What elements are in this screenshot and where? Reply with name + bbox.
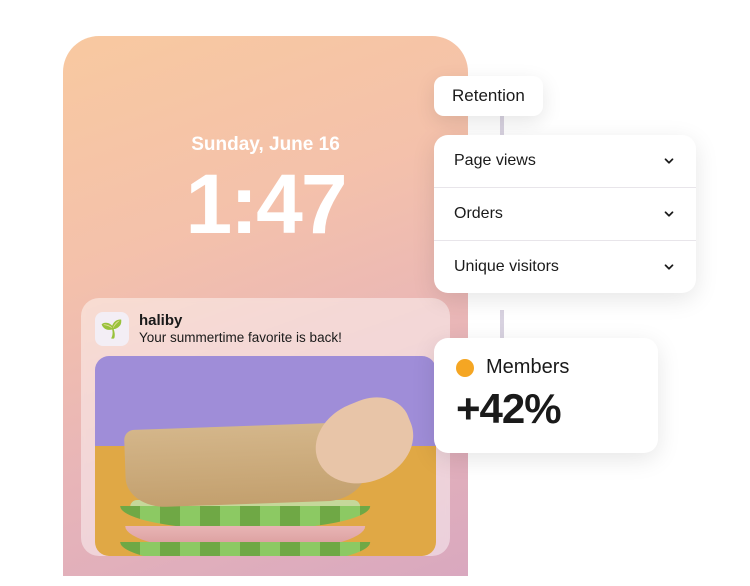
metrics-card: Page views Orders Unique visitors (434, 135, 696, 293)
notification-message: Your summertime favorite is back! (139, 330, 436, 345)
notification-card[interactable]: 🌱 haliby Your summertime favorite is bac… (81, 298, 450, 556)
phone-frame: Sunday, June 16 1:47 🌱 haliby Your summe… (53, 26, 478, 586)
chevron-down-icon (662, 207, 676, 221)
phone-lock-screen: Sunday, June 16 1:47 🌱 haliby Your summe… (63, 36, 468, 576)
notification-image (95, 356, 436, 556)
notification-app-icon: 🌱 (95, 312, 129, 346)
members-card: Members +42% (434, 338, 658, 453)
metric-row-orders[interactable]: Orders (434, 188, 696, 241)
metric-row-unique-visitors[interactable]: Unique visitors (434, 241, 696, 293)
members-label: Members (486, 356, 569, 379)
chevron-down-icon (662, 260, 676, 274)
lock-screen-date: Sunday, June 16 (63, 134, 468, 156)
retention-chip[interactable]: Retention (434, 76, 543, 116)
members-delta-value: +42% (456, 385, 636, 433)
metric-label: Orders (454, 205, 503, 223)
notification-header: 🌱 haliby Your summertime favorite is bac… (95, 312, 436, 346)
retention-label: Retention (452, 86, 525, 105)
connector-line (500, 310, 504, 340)
members-label-row: Members (456, 356, 636, 379)
metric-row-page-views[interactable]: Page views (434, 135, 696, 188)
chevron-down-icon (662, 154, 676, 168)
notification-app-name: haliby (139, 312, 436, 329)
lock-screen-time: 1:47 (63, 156, 468, 253)
members-dot-icon (456, 359, 474, 377)
metric-label: Page views (454, 152, 536, 170)
sprout-icon: 🌱 (101, 319, 123, 340)
sandwich-illustration (115, 426, 375, 556)
notification-text: haliby Your summertime favorite is back! (139, 312, 436, 345)
metric-label: Unique visitors (454, 258, 559, 276)
